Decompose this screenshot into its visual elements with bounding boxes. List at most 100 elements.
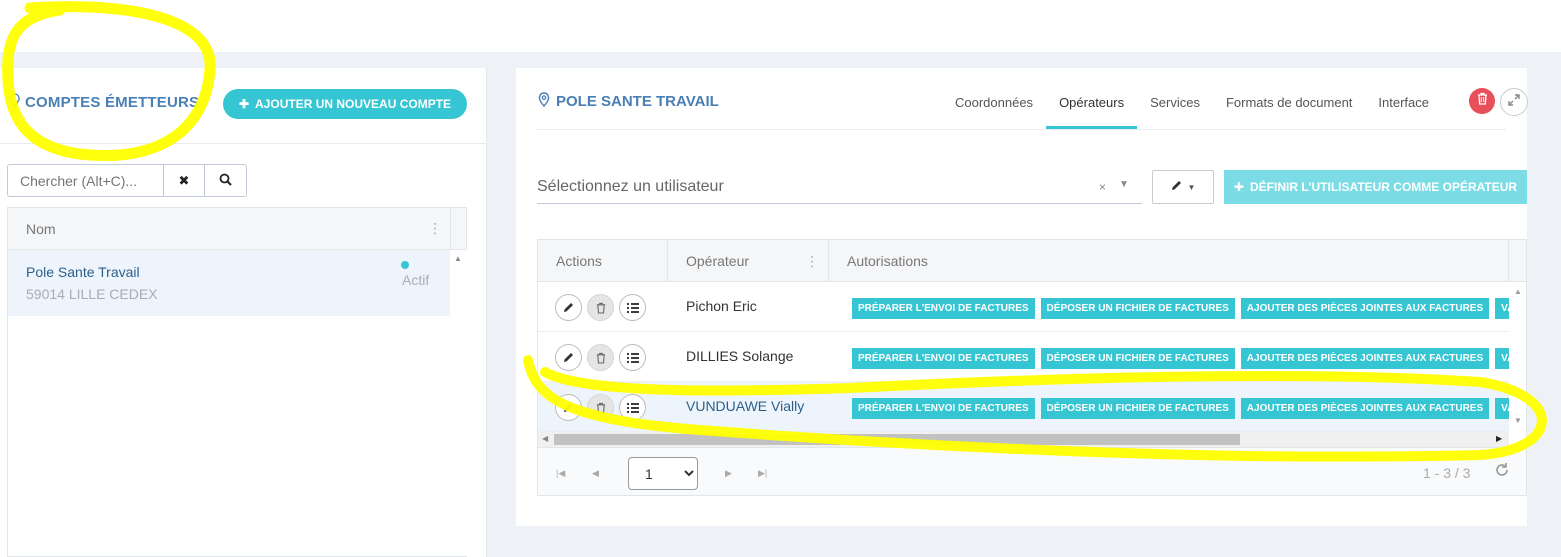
scroll-up-icon[interactable]: ▲: [454, 254, 462, 263]
column-divider: [667, 240, 668, 282]
trash-icon: [1477, 92, 1488, 110]
tabs-divider: [537, 129, 1506, 130]
column-header-permissions[interactable]: Autorisations: [847, 253, 928, 269]
user-select-placeholder: Sélectionnez un utilisateur: [537, 178, 724, 195]
column-header-operator[interactable]: Opérateur: [686, 253, 749, 269]
pager: |◀ ◀ 1 ▶ ▶| 1 - 3 / 3: [538, 447, 1526, 495]
scrollbar-thumb[interactable]: [554, 434, 1240, 445]
edit-operator-button[interactable]: [555, 294, 582, 321]
page-select[interactable]: 1: [628, 457, 698, 490]
edit-operator-button[interactable]: [555, 394, 582, 421]
status-dot: [401, 261, 409, 269]
operator-details-button[interactable]: [619, 394, 646, 421]
permission-badge: DÉPOSER UN FICHIER DE FACTURES: [1040, 298, 1235, 319]
operators-horizontal-scrollbar[interactable]: ◀ ▶: [538, 432, 1509, 447]
close-icon: ✖: [178, 172, 190, 188]
operators-grid-header: Actions Opérateur ⋮ Autorisations: [538, 240, 1526, 282]
plus-icon: ✚: [238, 97, 250, 111]
last-page-icon[interactable]: ▶|: [758, 468, 767, 479]
caret-down-icon: ▼: [1187, 182, 1196, 192]
permission-badge: AJOUTER DES PIÈCES JOINTES AUX FACTURES: [1240, 398, 1490, 419]
delete-operator-button[interactable]: [587, 394, 614, 421]
permission-badges: PRÉPARER L'ENVOI DE FACTURES DÉPOSER UN …: [852, 298, 1526, 319]
permission-badge: DÉPOSER UN FICHIER DE FACTURES: [1040, 398, 1235, 419]
operators-vertical-scrollbar[interactable]: ▲ ▼: [1509, 282, 1526, 432]
tab-interface[interactable]: Interface: [1365, 86, 1442, 129]
column-header-name[interactable]: Nom: [26, 221, 56, 237]
add-account-label: AJOUTER UN NOUVEAU COMPTE: [255, 97, 452, 111]
search-icon: [219, 173, 232, 189]
previous-page-icon[interactable]: ◀: [592, 468, 599, 479]
clear-search-button[interactable]: ✖: [163, 165, 204, 196]
pencil-icon: [564, 353, 573, 362]
tab-services[interactable]: Services: [1137, 86, 1213, 129]
column-header-actions[interactable]: Actions: [556, 253, 602, 269]
permission-badge: PRÉPARER L'ENVOI DE FACTURES: [852, 348, 1035, 369]
delete-account-button[interactable]: [1469, 88, 1495, 114]
row-actions: [555, 294, 646, 321]
column-divider: [450, 208, 451, 250]
column-divider: [1508, 240, 1509, 282]
first-page-icon[interactable]: |◀: [556, 468, 565, 479]
operators-grid: Actions Opérateur ⋮ Autorisations Pichon…: [537, 239, 1527, 496]
accounts-panel: COMPTES ÉMETTEURS ✚ AJOUTER UN NOUVEAU C…: [0, 68, 487, 557]
row-actions: [555, 344, 646, 371]
row-actions: [555, 394, 646, 421]
permission-badge: PRÉPARER L'ENVOI DE FACTURES: [852, 398, 1035, 419]
refresh-icon[interactable]: [1494, 462, 1510, 483]
accounts-title: COMPTES ÉMETTEURS: [8, 93, 199, 112]
scroll-up-icon[interactable]: ▲: [1514, 287, 1522, 296]
trash-icon: [596, 402, 605, 414]
account-detail-title-text: POLE SANTE TRAVAIL: [556, 93, 719, 110]
chevron-down-icon[interactable]: ▼: [1119, 179, 1129, 190]
operator-name: Pichon Eric: [686, 298, 757, 314]
account-search: ✖: [7, 164, 247, 197]
detail-tabs: Coordonnées Opérateurs Services Formats …: [942, 86, 1442, 129]
delete-operator-button[interactable]: [587, 344, 614, 371]
define-operator-button[interactable]: ✚ DÉFINIR L'UTILISATEUR COMME OPÉRATEUR: [1224, 170, 1527, 204]
expand-icon: [1508, 93, 1520, 111]
scroll-down-icon[interactable]: ▼: [1514, 416, 1522, 425]
operator-row[interactable]: VUNDUAWE Vially PRÉPARER L'ENVOI DE FACT…: [538, 382, 1526, 432]
list-icon: [626, 402, 639, 413]
account-detail-panel: POLE SANTE TRAVAIL Coordonnées Opérateur…: [516, 68, 1528, 526]
trash-icon: [596, 302, 605, 314]
pencil-icon: [564, 303, 573, 312]
accounts-panel-header: COMPTES ÉMETTEURS ✚ AJOUTER UN NOUVEAU C…: [0, 68, 487, 144]
tab-formats-document[interactable]: Formats de document: [1213, 86, 1365, 129]
operator-row[interactable]: Pichon Eric PRÉPARER L'ENVOI DE FACTURES…: [538, 282, 1526, 332]
expand-button[interactable]: [1500, 88, 1528, 116]
define-operator-label: DÉFINIR L'UTILISATEUR COMME OPÉRATEUR: [1249, 180, 1518, 194]
tab-operateurs[interactable]: Opérateurs: [1046, 86, 1138, 129]
operator-row[interactable]: DILLIES Solange PRÉPARER L'ENVOI DE FACT…: [538, 332, 1526, 382]
account-detail-title: POLE SANTE TRAVAIL: [538, 92, 719, 111]
operator-details-button[interactable]: [619, 294, 646, 321]
account-row[interactable]: Pole Sante Travail 59014 LILLE CEDEX Act…: [8, 250, 450, 316]
list-icon: [626, 302, 639, 313]
edit-operator-button[interactable]: [555, 344, 582, 371]
edit-dropdown-button[interactable]: ▼: [1152, 170, 1214, 204]
permission-badge: PRÉPARER L'ENVOI DE FACTURES: [852, 298, 1035, 319]
next-page-icon[interactable]: ▶: [725, 468, 732, 479]
accounts-scrollbar[interactable]: ▲: [450, 250, 467, 556]
accounts-grid: Nom ⋮ Pole Sante Travail 59014 LILLE CED…: [7, 207, 467, 557]
account-city: 59014 LILLE CEDEX: [26, 286, 158, 302]
tab-coordonnees[interactable]: Coordonnées: [942, 86, 1046, 129]
status-badge: Actif: [402, 272, 430, 288]
user-select[interactable]: Sélectionnez un utilisateur × ▼: [537, 171, 1142, 204]
search-button[interactable]: [204, 165, 245, 196]
add-account-button[interactable]: ✚ AJOUTER UN NOUVEAU COMPTE: [223, 89, 467, 119]
list-icon: [626, 352, 639, 363]
search-input[interactable]: [8, 165, 163, 196]
account-name: Pole Sante Travail: [26, 264, 140, 280]
column-menu-icon[interactable]: ⋮: [805, 253, 819, 270]
delete-operator-button[interactable]: [587, 294, 614, 321]
operator-details-button[interactable]: [619, 344, 646, 371]
scroll-right-icon[interactable]: ▶: [1496, 434, 1502, 443]
clear-user-icon[interactable]: ×: [1099, 180, 1106, 194]
scroll-left-icon[interactable]: ◀: [542, 434, 548, 443]
column-menu-icon[interactable]: ⋮: [428, 220, 442, 237]
pencil-icon: [564, 403, 573, 412]
trash-icon: [596, 352, 605, 364]
map-pin-icon: [538, 92, 550, 111]
